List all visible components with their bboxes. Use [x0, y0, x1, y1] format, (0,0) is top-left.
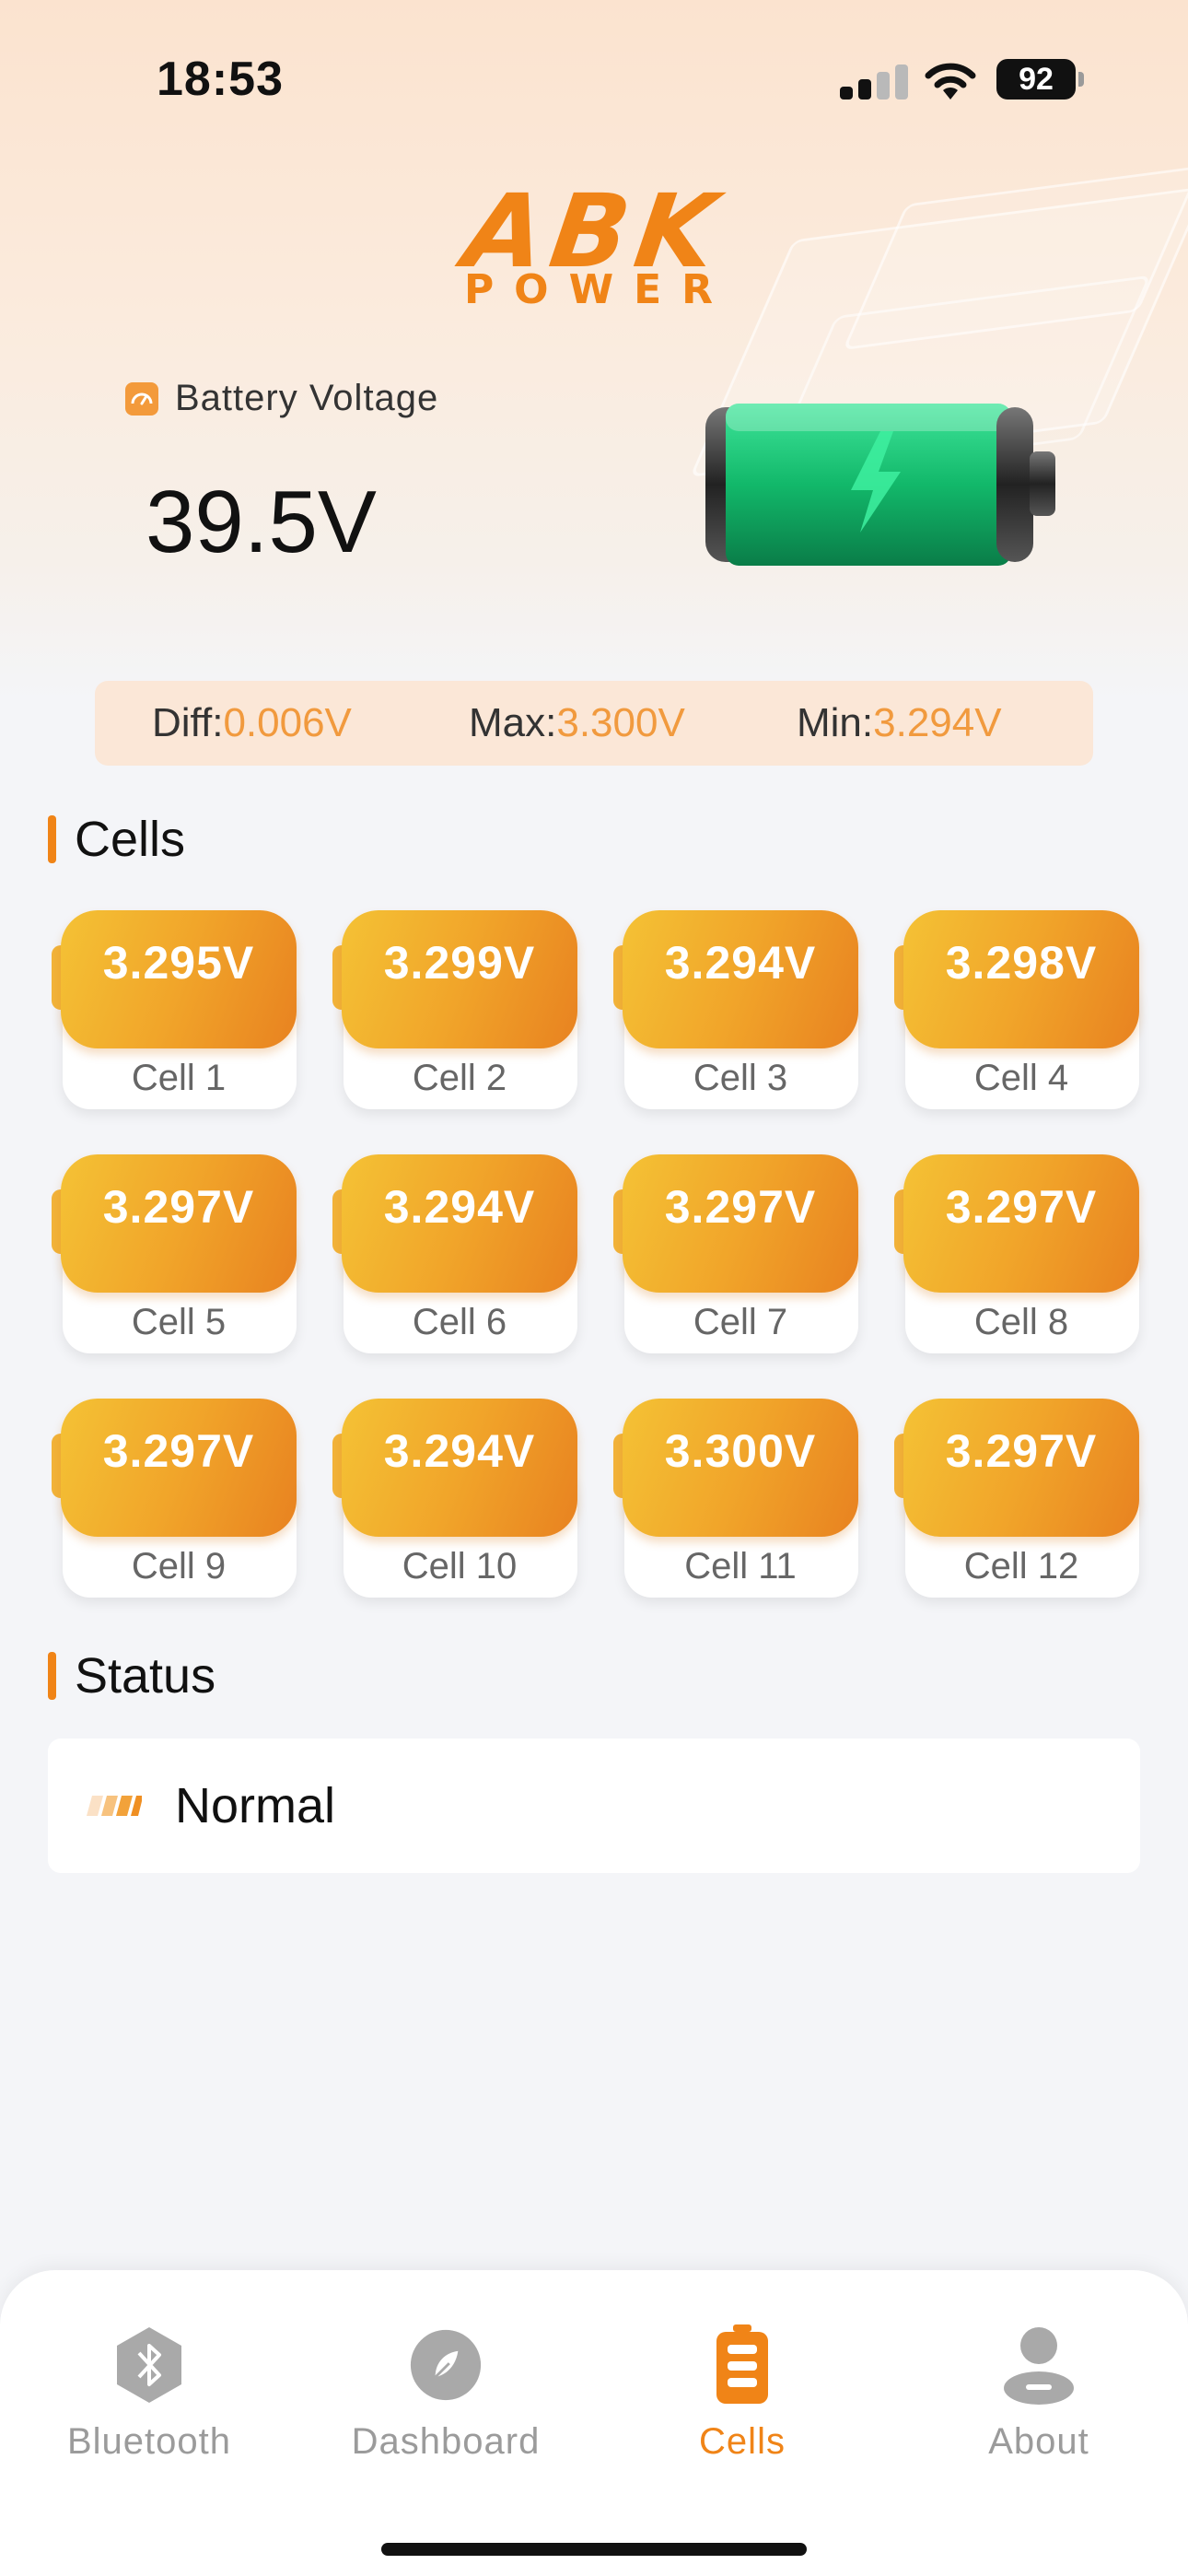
bottom-tab-bar: Bluetooth Dashboard Cells About [0, 2270, 1188, 2576]
cell-voltage: 3.294V [383, 1181, 536, 1233]
cell-name: Cell 4 [973, 1058, 1069, 1098]
cell-name: Cell 7 [693, 1302, 788, 1342]
cell-card[interactable]: 3.297V Cell 12 [894, 1399, 1139, 1598]
cell-name: Cell 3 [693, 1058, 788, 1098]
max-summary: Max:3.300V [469, 700, 685, 745]
cell-card[interactable]: 3.297V Cell 7 [613, 1154, 858, 1353]
cell-voltage: 3.297V [945, 1181, 1098, 1233]
logo-text-main: ABK [457, 172, 731, 290]
battery-voltage-label: Battery Voltage [125, 378, 438, 419]
min-value: 3.294V [873, 700, 1002, 745]
cell-card[interactable]: 3.300V Cell 11 [613, 1399, 858, 1598]
cell-name: Cell 12 [963, 1546, 1079, 1587]
tab-dashboard[interactable]: Dashboard [308, 2296, 584, 2480]
battery-illustration-icon [705, 404, 1055, 566]
gauge-icon [125, 381, 158, 416]
cell-card[interactable]: 3.297V Cell 8 [894, 1154, 1139, 1353]
cell-summary-bar: Diff:0.006V Max:3.300V Min:3.294V [95, 681, 1093, 766]
cellular-signal-icon [840, 64, 908, 100]
cell-name: Cell 9 [131, 1546, 227, 1587]
cell-card[interactable]: 3.295V Cell 1 [52, 910, 297, 1109]
status-bar: 18:53 92 [0, 0, 1188, 157]
cell-name: Cell 1 [131, 1058, 227, 1098]
battery-icon [705, 2324, 779, 2406]
cell-voltage: 3.297V [945, 1425, 1098, 1477]
tab-about-label: About [988, 2421, 1089, 2462]
cells-section-title: Cells [48, 811, 185, 868]
max-value: 3.300V [556, 700, 685, 745]
cell-name: Cell 2 [412, 1058, 507, 1098]
cell-name: Cell 11 [684, 1546, 797, 1587]
cell-name: Cell 10 [402, 1546, 518, 1587]
cell-voltage: 3.295V [102, 937, 255, 989]
tab-cells-label: Cells [699, 2421, 786, 2462]
tab-dashboard-label: Dashboard [351, 2421, 541, 2462]
cell-card[interactable]: 3.294V Cell 6 [332, 1154, 577, 1353]
tab-bluetooth[interactable]: Bluetooth [11, 2296, 287, 2480]
status-value: Normal [175, 1778, 336, 1833]
cell-voltage: 3.294V [383, 1425, 536, 1477]
tab-cells[interactable]: Cells [604, 2296, 880, 2480]
cell-name: Cell 8 [973, 1302, 1069, 1342]
status-time: 18:53 [157, 53, 284, 106]
cell-name: Cell 5 [131, 1302, 227, 1342]
cell-card[interactable]: 3.294V Cell 3 [613, 910, 858, 1109]
wifi-icon [925, 63, 976, 100]
status-card: Normal [48, 1739, 1140, 1873]
battery-status-icon: 92 [996, 59, 1084, 100]
battery-percent: 92 [1019, 61, 1054, 97]
home-indicator[interactable] [381, 2543, 807, 2556]
cell-card[interactable]: 3.298V Cell 4 [894, 910, 1139, 1109]
cell-name: Cell 6 [412, 1302, 507, 1342]
status-section-title: Status [48, 1647, 215, 1704]
dashboard-icon [409, 2324, 483, 2406]
cell-voltage: 3.294V [664, 937, 817, 989]
cell-voltage: 3.297V [102, 1425, 255, 1477]
cell-card[interactable]: 3.299V Cell 2 [332, 910, 577, 1109]
diff-summary: Diff:0.006V [152, 700, 352, 745]
tab-about[interactable]: About [901, 2296, 1177, 2480]
battery-voltage-value: 39.5V [146, 473, 377, 571]
brand-logo: ABK POWER [396, 172, 792, 313]
tab-bluetooth-label: Bluetooth [66, 2421, 232, 2462]
cell-voltage: 3.299V [383, 937, 536, 989]
cell-voltage: 3.297V [664, 1181, 817, 1233]
cell-voltage: 3.297V [102, 1181, 255, 1233]
user-icon [1002, 2324, 1076, 2406]
cell-card[interactable]: 3.294V Cell 10 [332, 1399, 577, 1598]
bluetooth-icon [112, 2324, 186, 2406]
status-indicator-icon [87, 1796, 142, 1816]
min-summary: Min:3.294V [797, 700, 1002, 745]
cell-voltage: 3.298V [945, 937, 1098, 989]
cell-card[interactable]: 3.297V Cell 9 [52, 1399, 297, 1598]
cell-voltage: 3.300V [664, 1425, 817, 1477]
logo-text-sub: POWER [463, 266, 734, 313]
diff-value: 0.006V [223, 700, 352, 745]
battery-voltage-title: Battery Voltage [175, 378, 439, 418]
cell-card[interactable]: 3.297V Cell 5 [52, 1154, 297, 1353]
